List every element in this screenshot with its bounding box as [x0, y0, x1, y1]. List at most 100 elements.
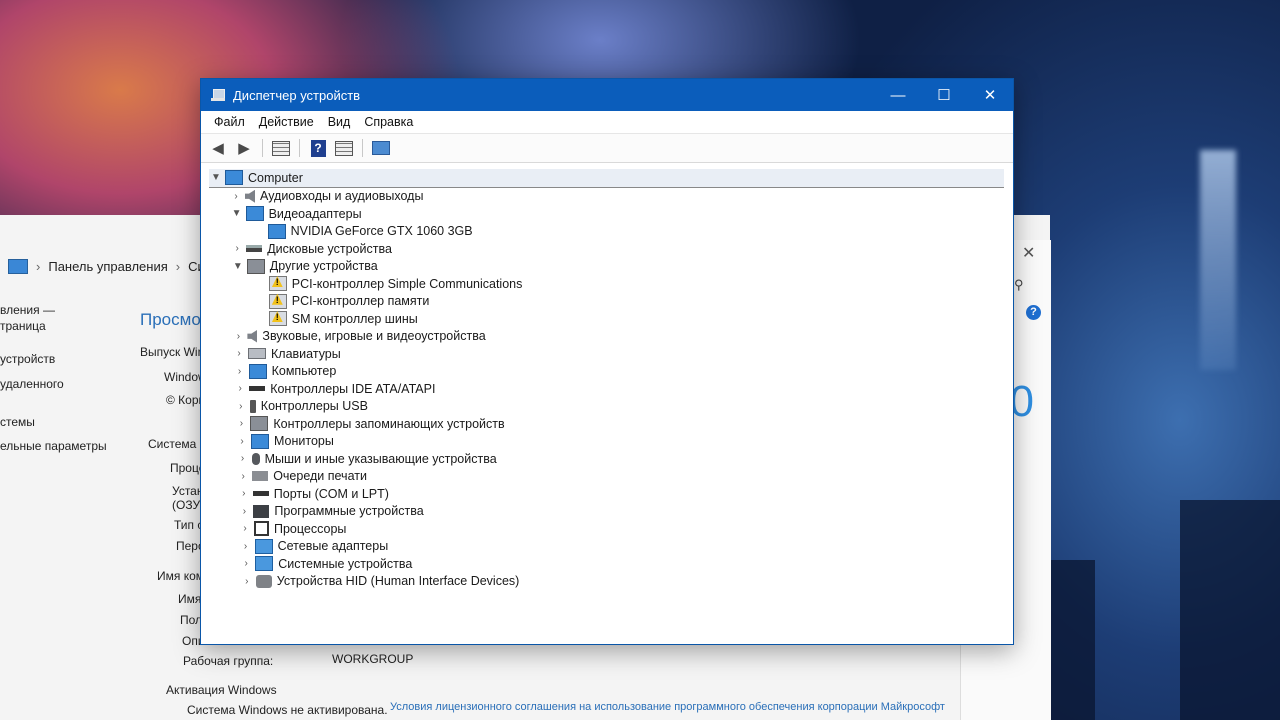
- tree-category[interactable]: › Мыши и иные указывающие устройства: [209, 450, 1005, 468]
- help-icon[interactable]: ?: [1026, 305, 1041, 320]
- section-title: Активация Windows: [166, 683, 277, 697]
- tree-device[interactable]: PCI-контроллер памяти: [209, 293, 1005, 311]
- sound-icon: [247, 329, 258, 343]
- tree-category[interactable]: › Аудиовходы и аудиовыходы: [209, 188, 1005, 206]
- tree-category-label: Контроллеры USB: [260, 399, 368, 414]
- tree-category[interactable]: ▼ Видеоадаптеры: [209, 205, 1005, 223]
- maximize-button[interactable]: ☐: [921, 79, 967, 111]
- chevron-down-icon[interactable]: ▼: [230, 208, 244, 219]
- tree-category[interactable]: › Процессоры: [209, 520, 1005, 538]
- tree-category[interactable]: › Сетевые адаптеры: [209, 538, 1005, 556]
- tree-category[interactable]: › Мониторы: [209, 433, 1005, 451]
- tree-category[interactable]: › Порты (COM и LPT): [209, 485, 1005, 503]
- control-panel-close-icon[interactable]: ✕: [1022, 243, 1035, 263]
- help-icon[interactable]: ?: [307, 138, 329, 158]
- minimize-button[interactable]: —: [875, 79, 921, 111]
- tree-category[interactable]: › Контроллеры USB: [209, 398, 1005, 416]
- chevron-right-icon[interactable]: ›: [233, 366, 247, 377]
- chevron-right-icon[interactable]: ›: [237, 488, 251, 499]
- tree-category[interactable]: › Контроллеры IDE ATA/ATAPI: [209, 380, 1005, 398]
- device-tree: ▼ Computer › Аудиовходы и аудиовыходы ▼ Вид…: [209, 169, 1005, 636]
- chevron-right-icon[interactable]: ›: [239, 541, 253, 552]
- menu-action[interactable]: Действие: [252, 115, 321, 129]
- chevron-right-icon[interactable]: ›: [234, 401, 248, 412]
- tree-device-label: NVIDIA GeForce GTX 1060 3GB: [290, 224, 473, 239]
- chevron-right-icon[interactable]: ›: [230, 243, 244, 254]
- tree-category[interactable]: › Компьютер: [209, 363, 1005, 381]
- tree-category-label: Другие устройства: [269, 259, 378, 274]
- chevron-right-icon[interactable]: ›: [236, 471, 250, 482]
- activation-status: Система Windows не активирована.: [187, 703, 388, 717]
- control-panel-icon: [8, 259, 28, 274]
- title-bar[interactable]: Диспетчер устройств — ☐ ✕: [201, 79, 1013, 111]
- left-nav-item[interactable]: удаленного: [0, 377, 64, 391]
- monitor-icon: [251, 433, 269, 449]
- tree-category-label: Контроллеры IDE ATA/ATAPI: [270, 381, 436, 396]
- toolbar-separator: [299, 139, 300, 157]
- warning-device-icon: [268, 276, 287, 292]
- menu-help[interactable]: Справка: [357, 115, 420, 129]
- display-adapter-icon: [267, 223, 286, 239]
- breadcrumb-item[interactable]: Панель управления: [48, 259, 167, 274]
- chevron-right-icon[interactable]: ›: [231, 331, 245, 342]
- view-icon[interactable]: [333, 138, 355, 158]
- chevron-right-icon[interactable]: ›: [234, 418, 248, 429]
- tree-category-label: Сетевые адаптеры: [277, 539, 389, 554]
- chevron-right-icon[interactable]: ›: [233, 383, 247, 394]
- chevron-right-icon[interactable]: ›: [238, 523, 252, 534]
- printer-icon: [252, 471, 269, 482]
- computer-icon: [248, 363, 267, 379]
- chevron-right-icon[interactable]: ›: [235, 436, 249, 447]
- tree-category-label: Процессоры: [274, 521, 347, 536]
- mouse-icon: [251, 452, 260, 465]
- left-nav-item[interactable]: ельные параметры: [0, 439, 107, 453]
- close-button[interactable]: ✕: [967, 79, 1013, 111]
- chevron-right-icon[interactable]: ›: [229, 191, 243, 202]
- breadcrumb: › Панель управления › Си: [8, 259, 205, 274]
- section-title: Система: [148, 437, 197, 451]
- left-nav-item[interactable]: стемы: [0, 415, 35, 429]
- properties-icon[interactable]: [270, 138, 292, 158]
- search-icon[interactable]: ⚲: [1014, 277, 1024, 293]
- tree-category[interactable]: › Дисковые устройства: [209, 240, 1005, 258]
- tree-device[interactable]: SM контроллер шины: [209, 310, 1005, 328]
- tree-device[interactable]: PCI-контроллер Simple Communications: [209, 275, 1005, 293]
- chevron-right-icon[interactable]: ›: [236, 453, 250, 464]
- tree-category[interactable]: › Устройства HID (Human Interface Devices…: [209, 573, 1005, 591]
- wallpaper-waterfall: [1200, 150, 1236, 370]
- other-devices-icon: [246, 258, 265, 274]
- tree-root[interactable]: ▼ Computer: [209, 169, 1004, 188]
- chevron-right-icon[interactable]: ›: [232, 348, 246, 359]
- tree-body: › Аудиовходы и аудиовыходы ▼ Видеоадаптеры N…: [209, 188, 1005, 591]
- license-link[interactable]: Условия лицензионного соглашения на испо…: [390, 701, 945, 713]
- chevron-right-icon[interactable]: ›: [237, 506, 251, 517]
- tree-category[interactable]: › Программные устройства: [209, 503, 1005, 521]
- left-nav-item[interactable]: устройств: [0, 352, 55, 366]
- chevron-down-icon[interactable]: ▼: [209, 172, 223, 183]
- chevron-right-icon[interactable]: ›: [240, 576, 254, 587]
- keyboard-icon: [248, 348, 266, 360]
- menu-file[interactable]: Файл: [207, 115, 252, 129]
- left-nav-item[interactable]: вления —: [0, 303, 55, 317]
- tree-category[interactable]: › Очереди печати: [209, 468, 1005, 486]
- left-nav-item[interactable]: траница: [0, 319, 46, 333]
- menu-view[interactable]: Вид: [321, 115, 358, 129]
- chevron-right-icon[interactable]: ›: [239, 558, 253, 569]
- tree-category[interactable]: › Контроллеры запоминающих устройств: [209, 415, 1005, 433]
- breadcrumb-separator: ›: [36, 259, 41, 274]
- tree-category[interactable]: › Клавиатуры: [209, 345, 1005, 363]
- chevron-down-icon[interactable]: ▼: [231, 261, 245, 272]
- disk-icon: [246, 245, 263, 253]
- wallpaper-tower: [1180, 500, 1280, 720]
- toolbar: ◀ ▶ ?: [201, 134, 1013, 163]
- warning-device-icon: [268, 293, 287, 309]
- scan-hardware-icon[interactable]: [370, 138, 392, 158]
- back-arrow-icon[interactable]: ◀: [207, 138, 229, 158]
- tree-device[interactable]: NVIDIA GeForce GTX 1060 3GB: [209, 223, 1005, 241]
- forward-arrow-icon[interactable]: ▶: [233, 138, 255, 158]
- tree-category[interactable]: › Звуковые, игровые и видеоустройства: [209, 328, 1005, 346]
- tree-category[interactable]: ▼ Другие устройства: [209, 258, 1005, 276]
- menu-bar: Файл Действие Вид Справка: [201, 111, 1013, 134]
- tree-category[interactable]: › Системные устройства: [209, 555, 1005, 573]
- usb-icon: [249, 399, 256, 413]
